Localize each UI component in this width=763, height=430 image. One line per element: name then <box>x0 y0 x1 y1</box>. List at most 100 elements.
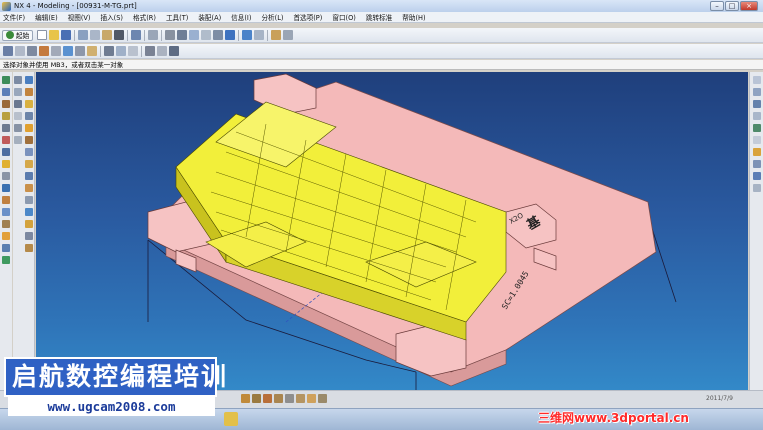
view-orientation-icon[interactable] <box>254 30 265 40</box>
snap-end-icon[interactable] <box>241 394 250 403</box>
blend-icon[interactable] <box>104 46 114 56</box>
selection-icon[interactable] <box>148 30 159 40</box>
point-icon[interactable] <box>14 112 22 120</box>
menu-preferences[interactable]: 首选项(P) <box>288 12 327 22</box>
isometric-icon[interactable] <box>752 112 761 120</box>
revolve-icon[interactable] <box>51 46 61 56</box>
sew-icon[interactable] <box>2 220 10 228</box>
zoom-icon[interactable] <box>177 30 188 40</box>
menu-format[interactable]: 格式(R) <box>128 12 161 22</box>
helix-icon[interactable] <box>24 172 33 180</box>
part-navigator-icon[interactable] <box>2 88 10 96</box>
text-icon[interactable] <box>24 184 33 192</box>
hole-icon[interactable] <box>63 46 73 56</box>
pocket-icon[interactable] <box>87 46 97 56</box>
studio-icon[interactable] <box>752 148 761 156</box>
close-button[interactable]: × <box>740 1 758 11</box>
clip-icon[interactable] <box>752 160 761 168</box>
snap-existing-icon[interactable] <box>307 394 316 403</box>
snap-mid-icon[interactable] <box>252 394 261 403</box>
extrude-icon[interactable] <box>39 46 49 56</box>
menu-view[interactable]: 视图(V) <box>63 12 96 22</box>
rotate-icon[interactable] <box>189 30 200 40</box>
menu-assemblies[interactable]: 装配(A) <box>193 12 226 22</box>
palette-icon[interactable] <box>2 160 10 168</box>
mirror-icon[interactable] <box>157 46 167 56</box>
menu-goto-standard[interactable]: 跳转标准 <box>361 12 397 22</box>
maximize-button[interactable]: □ <box>725 1 739 11</box>
refresh-icon[interactable] <box>213 30 224 40</box>
trim-curve-icon[interactable] <box>24 232 33 240</box>
render-style-icon[interactable] <box>242 30 253 40</box>
snap-point-icon[interactable] <box>285 394 294 403</box>
snap-off-icon[interactable] <box>318 394 327 403</box>
bridge-icon[interactable] <box>24 124 33 132</box>
isocline-icon[interactable] <box>24 196 33 204</box>
extract-icon[interactable] <box>24 208 33 216</box>
pan-icon[interactable] <box>201 30 212 40</box>
join-icon[interactable] <box>24 220 33 228</box>
menu-help[interactable]: 帮助(H) <box>397 12 430 22</box>
edge-icon[interactable] <box>14 124 22 132</box>
dropdown-arrow-icon[interactable] <box>283 30 294 40</box>
face-icon[interactable] <box>14 136 22 144</box>
minimize-button[interactable]: – <box>710 1 724 11</box>
sketch-icon[interactable] <box>3 46 13 56</box>
snap-quadrant-icon[interactable] <box>274 394 283 403</box>
graphics-viewport[interactable]: SC=1.0045 基 X2O <box>36 72 748 390</box>
roles-icon[interactable] <box>2 136 10 144</box>
line-icon[interactable] <box>24 76 33 84</box>
save-icon[interactable] <box>61 30 72 40</box>
select-all-icon[interactable] <box>14 88 22 96</box>
menu-analysis[interactable]: 分析(L) <box>256 12 288 22</box>
web-browser-icon[interactable] <box>2 124 10 132</box>
point-set-icon[interactable] <box>24 112 33 120</box>
view-front-icon[interactable] <box>752 76 761 84</box>
section-icon[interactable] <box>2 244 10 252</box>
cut-icon[interactable] <box>78 30 89 40</box>
datum-plane-icon[interactable] <box>15 46 25 56</box>
snap-icon[interactable] <box>2 256 10 264</box>
datum-axis-icon[interactable] <box>27 46 37 56</box>
filter-icon[interactable] <box>14 76 22 84</box>
measure-icon[interactable] <box>2 232 10 240</box>
snap-intersection-icon[interactable] <box>296 394 305 403</box>
wrap-icon[interactable] <box>24 160 33 168</box>
shaded-view-icon[interactable] <box>225 30 236 40</box>
pattern-icon[interactable] <box>145 46 155 56</box>
menu-tools[interactable]: 工具(T) <box>161 12 193 22</box>
shell-icon[interactable] <box>128 46 138 56</box>
assembly-navigator-icon[interactable] <box>2 76 10 84</box>
deselect-icon[interactable] <box>14 100 22 108</box>
trimetric-icon[interactable] <box>752 124 761 132</box>
offset-icon[interactable] <box>2 208 10 216</box>
delete-icon[interactable] <box>114 30 125 40</box>
surface-icon[interactable] <box>2 184 10 192</box>
chamfer-icon[interactable] <box>116 46 126 56</box>
paste-icon[interactable] <box>102 30 113 40</box>
layer-settings-icon[interactable] <box>752 184 761 192</box>
history-icon[interactable] <box>2 100 10 108</box>
menu-edit[interactable]: 编辑(E) <box>30 12 63 22</box>
menu-information[interactable]: 信息(I) <box>226 12 256 22</box>
intersect-icon[interactable] <box>24 148 33 156</box>
view-top-icon[interactable] <box>752 88 761 96</box>
layer-icon[interactable] <box>271 30 282 40</box>
arc-icon[interactable] <box>24 88 33 96</box>
project-icon[interactable] <box>24 136 33 144</box>
new-file-icon[interactable] <box>37 30 48 40</box>
reuse-library-icon[interactable] <box>2 112 10 120</box>
boss-icon[interactable] <box>75 46 85 56</box>
fit-view-icon[interactable] <box>165 30 176 40</box>
snap-center-icon[interactable] <box>263 394 272 403</box>
undo-icon[interactable] <box>131 30 142 40</box>
curve-icon[interactable] <box>2 172 10 180</box>
view-right-icon[interactable] <box>752 100 761 108</box>
system-materials-icon[interactable] <box>2 148 10 156</box>
start-button[interactable]: 起始 <box>2 29 34 41</box>
menu-insert[interactable]: 插入(S) <box>95 12 128 22</box>
divide-icon[interactable] <box>24 244 33 252</box>
menu-window[interactable]: 窗口(O) <box>327 12 361 22</box>
open-folder-icon[interactable] <box>49 30 60 40</box>
spline-icon[interactable] <box>24 100 33 108</box>
